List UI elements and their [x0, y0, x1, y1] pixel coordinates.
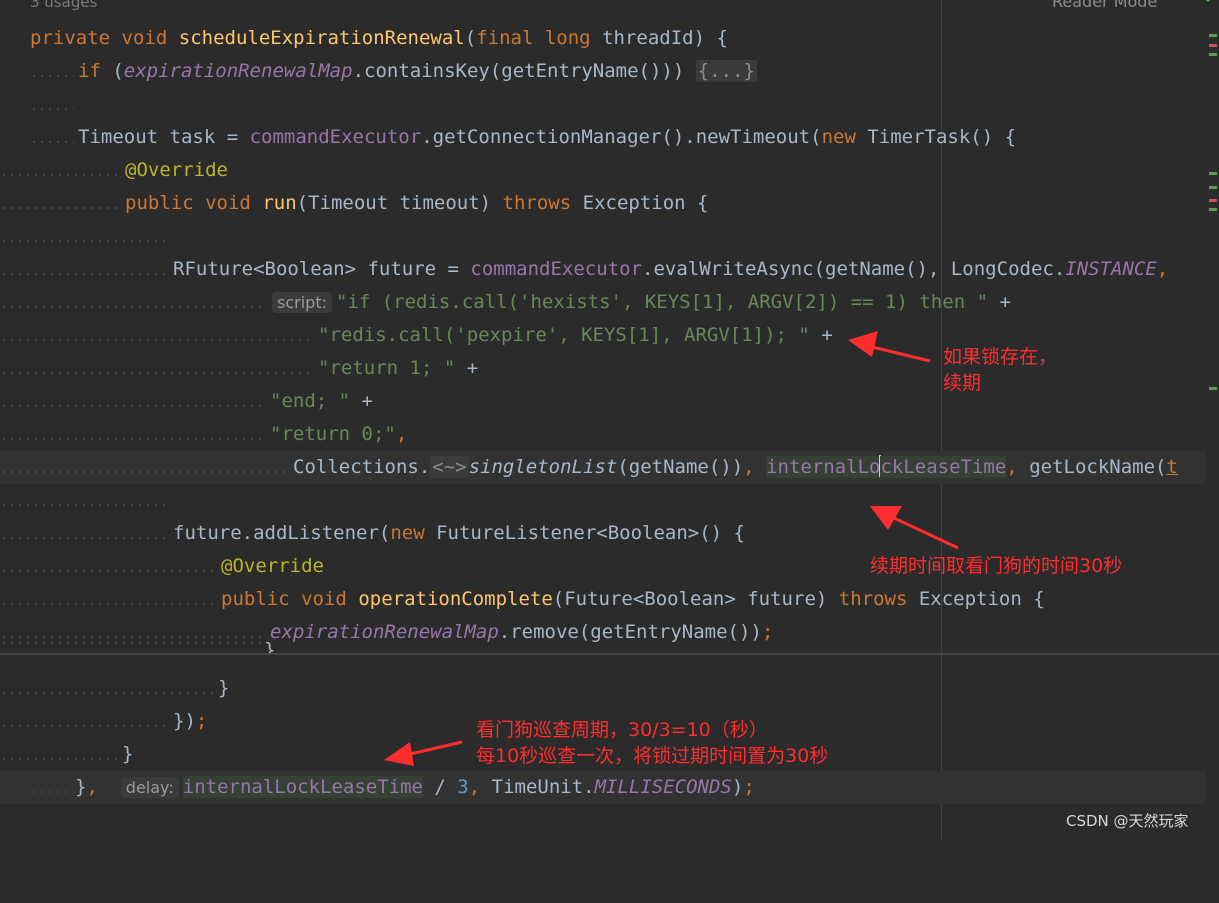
arrow-renew: [867, 344, 931, 363]
arrow-period: [405, 740, 463, 757]
annotation-arrows: [384, 331, 959, 766]
arrow-period-head: [384, 742, 414, 766]
watermark: CSDN @天然玩家: [1066, 812, 1189, 830]
arrow-lease: [891, 515, 959, 550]
arrow-renew-head: [848, 331, 878, 357]
